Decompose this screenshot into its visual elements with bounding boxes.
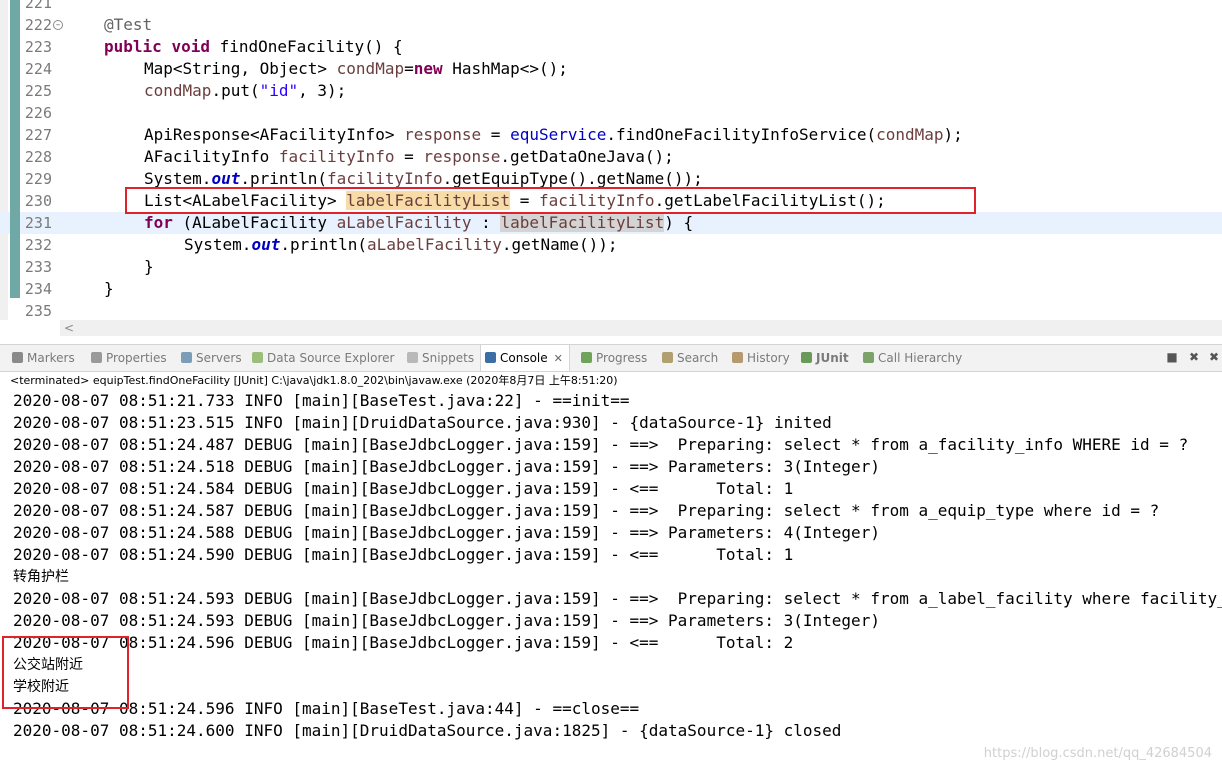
junit-icon bbox=[801, 352, 812, 363]
snippets-icon bbox=[407, 352, 418, 363]
occurrence-highlight-read: labelFacilityList bbox=[500, 213, 665, 232]
line-number: 222 bbox=[24, 16, 52, 34]
code-text: System.out.println(aLabelFacility.getNam… bbox=[184, 235, 618, 254]
console-line: 2020-08-07 08:51:24.518 DEBUG [main][Bas… bbox=[13, 457, 880, 476]
code-line: 225 condMap.put("id", 3); bbox=[0, 80, 1222, 102]
console-line: 2020-08-07 08:51:24.487 DEBUG [main][Bas… bbox=[13, 435, 1189, 454]
editor-horizontal-scrollbar[interactable]: < bbox=[60, 320, 1222, 336]
tab-progress[interactable]: Progress bbox=[581, 345, 647, 371]
line-number: 221 bbox=[24, 0, 52, 12]
console-line: 2020-08-07 08:51:24.593 DEBUG [main][Bas… bbox=[13, 611, 880, 630]
console-line: 2020-08-07 08:51:21.733 INFO [main][Base… bbox=[13, 391, 630, 410]
code-text: condMap.put("id", 3); bbox=[144, 81, 347, 100]
code-line-current: 231 for (ALabelFacility aLabelFacility :… bbox=[0, 212, 1222, 234]
code-line: 222 − @Test bbox=[0, 14, 1222, 36]
console-line: 2020-08-07 08:51:24.584 DEBUG [main][Bas… bbox=[13, 479, 794, 498]
console-line: 转角护栏 bbox=[13, 569, 69, 585]
code-text: ApiResponse<AFacilityInfo> response = eq… bbox=[144, 125, 963, 144]
watermark: https://blog.csdn.net/qq_42684504 bbox=[983, 746, 1212, 761]
line-number: 226 bbox=[24, 104, 52, 122]
editor-corner bbox=[0, 320, 60, 336]
line-number: 224 bbox=[24, 60, 52, 78]
data-source-icon bbox=[252, 352, 263, 363]
code-text: } bbox=[144, 257, 154, 276]
code-line: 234 } bbox=[0, 278, 1222, 300]
line-number: 231 bbox=[24, 214, 52, 232]
line-number: 234 bbox=[24, 280, 52, 298]
code-line: 223 public void findOneFacility() { bbox=[0, 36, 1222, 58]
console-line: 2020-08-07 08:51:24.587 DEBUG [main][Bas… bbox=[13, 501, 1160, 520]
highlight-box-output bbox=[2, 636, 129, 709]
remove-launch-icon[interactable]: ✖ bbox=[1188, 351, 1200, 363]
console-output[interactable]: 2020-08-07 08:51:21.733 INFO [main][Base… bbox=[0, 390, 1222, 771]
line-number: 228 bbox=[24, 148, 52, 166]
code-editor[interactable]: 221 222 − @Test 223 public void findOneF… bbox=[0, 0, 1222, 322]
code-line: 228 AFacilityInfo facilityInfo = respons… bbox=[0, 146, 1222, 168]
progress-icon bbox=[581, 352, 592, 363]
line-number: 233 bbox=[24, 258, 52, 276]
view-tab-bar: Markers Properties Servers Data Source E… bbox=[0, 344, 1222, 372]
tab-data-source-explorer[interactable]: Data Source Explorer bbox=[252, 345, 394, 371]
code-text: for (ALabelFacility aLabelFacility : lab… bbox=[144, 213, 694, 232]
annotation-test: @Test bbox=[104, 15, 153, 34]
line-number: 227 bbox=[24, 126, 52, 144]
quick-diff-marker bbox=[10, 0, 20, 298]
code-line: 232 System.out.println(aLabelFacility.ge… bbox=[0, 234, 1222, 256]
console-line: 2020-08-07 08:51:24.590 DEBUG [main][Bas… bbox=[13, 545, 794, 564]
line-number: 223 bbox=[24, 38, 52, 56]
fold-collapse-icon[interactable]: − bbox=[53, 20, 63, 30]
line-number: 230 bbox=[24, 192, 52, 210]
tab-search[interactable]: Search bbox=[662, 345, 718, 371]
line-number: 229 bbox=[24, 170, 52, 188]
close-icon[interactable]: ✕ bbox=[554, 352, 563, 365]
line-number: 232 bbox=[24, 236, 52, 254]
servers-icon bbox=[181, 352, 192, 363]
console-line: 2020-08-07 08:51:24.596 DEBUG [main][Bas… bbox=[13, 633, 794, 652]
scroll-left-icon[interactable]: < bbox=[64, 320, 74, 336]
tab-history[interactable]: History bbox=[732, 345, 790, 371]
code-line: 221 bbox=[0, 0, 1222, 14]
tab-console[interactable]: Console ✕ bbox=[480, 345, 570, 371]
tab-markers[interactable]: Markers bbox=[12, 345, 75, 371]
code-line: 226 bbox=[0, 102, 1222, 124]
tab-properties[interactable]: Properties bbox=[91, 345, 167, 371]
code-text: } bbox=[104, 279, 114, 298]
code-line: 227 ApiResponse<AFacilityInfo> response … bbox=[0, 124, 1222, 146]
remove-all-terminated-icon[interactable]: ✖ bbox=[1208, 351, 1220, 363]
console-launch-description: <terminated> equipTest.findOneFacility [… bbox=[10, 374, 618, 387]
code-text: Map<String, Object> condMap=new HashMap<… bbox=[144, 59, 568, 78]
call-hierarchy-icon bbox=[863, 352, 874, 363]
markers-icon bbox=[12, 352, 23, 363]
search-icon bbox=[662, 352, 673, 363]
code-line: 235 bbox=[0, 300, 1222, 322]
code-line: 233 } bbox=[0, 256, 1222, 278]
console-line: 2020-08-07 08:51:23.515 INFO [main][Drui… bbox=[13, 413, 832, 432]
highlight-box-code bbox=[125, 187, 976, 214]
code-text: public void findOneFacility() { bbox=[104, 37, 403, 56]
tab-snippets[interactable]: Snippets bbox=[407, 345, 474, 371]
line-number: 235 bbox=[24, 302, 52, 320]
tab-servers[interactable]: Servers bbox=[181, 345, 242, 371]
console-line: 2020-08-07 08:51:24.588 DEBUG [main][Bas… bbox=[13, 523, 880, 542]
tab-call-hierarchy[interactable]: Call Hierarchy bbox=[863, 345, 962, 371]
stop-icon[interactable]: ■ bbox=[1166, 351, 1178, 363]
code-text: AFacilityInfo facilityInfo = response.ge… bbox=[144, 147, 674, 166]
history-icon bbox=[732, 352, 743, 363]
line-number: 225 bbox=[24, 82, 52, 100]
tab-junit[interactable]: JUnit bbox=[801, 345, 849, 371]
console-line: 2020-08-07 08:51:24.600 INFO [main][Drui… bbox=[13, 721, 842, 740]
properties-icon bbox=[91, 352, 102, 363]
console-icon bbox=[485, 352, 496, 363]
console-line: 2020-08-07 08:51:24.593 DEBUG [main][Bas… bbox=[13, 589, 1222, 608]
code-line: 224 Map<String, Object> condMap=new Hash… bbox=[0, 58, 1222, 80]
